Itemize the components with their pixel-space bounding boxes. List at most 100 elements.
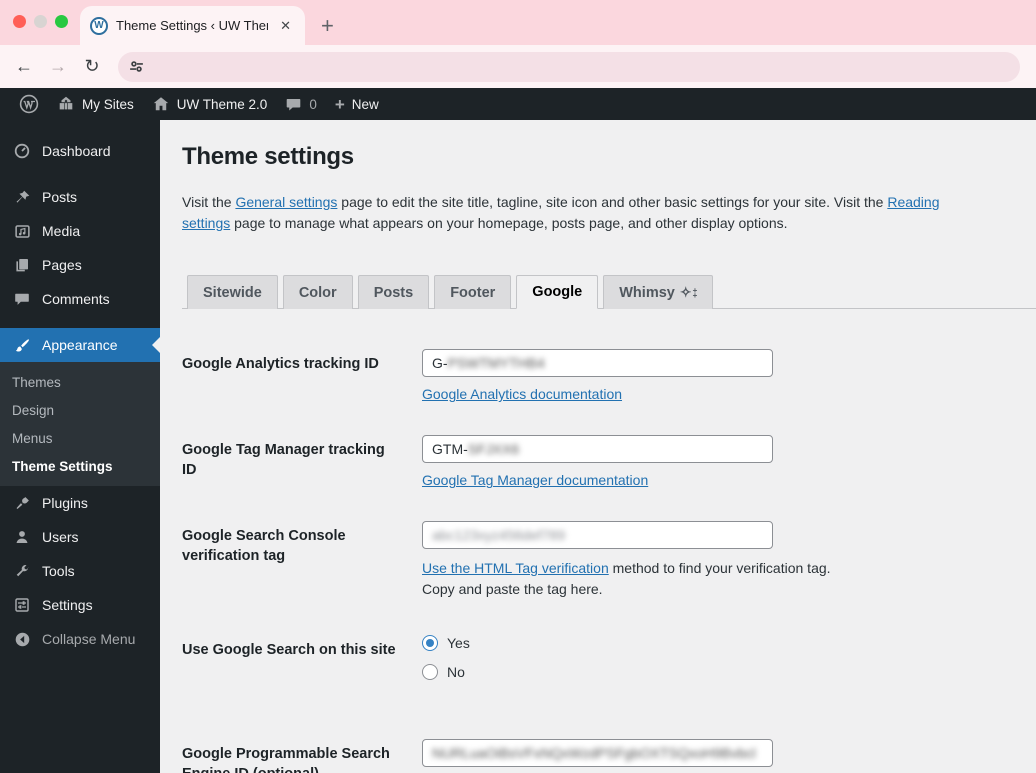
field-row-tag-manager: Google Tag Manager tracking ID GTM- SFJXX… [182,435,1036,490]
radio-option-yes[interactable]: Yes [422,635,1036,652]
minimize-window-button[interactable] [34,15,47,28]
sidebar-label: Appearance [42,337,118,353]
browser-tab-strip: W Theme Settings ‹ UW Theme ✕ + [0,0,1036,45]
my-sites-icon [57,95,75,113]
admin-sidebar: Dashboard Posts Media Pages Comments App… [0,120,160,773]
sidebar-label: Users [42,529,79,545]
field-label: Use Google Search on this site [182,642,396,659]
new-label: New [351,96,379,112]
tab-google[interactable]: Google [516,275,599,310]
html-tag-verification-link[interactable]: Use the HTML Tag verification [422,560,609,576]
reload-button[interactable]: ↻ [78,53,106,81]
new-content-menu[interactable]: + New [326,88,388,120]
my-sites-menu[interactable]: My Sites [48,88,143,120]
sidebar-item-comments[interactable]: Comments [0,282,160,316]
tab-footer[interactable]: Footer [434,275,512,310]
sidebar-label: Pages [42,257,82,273]
plug-icon [12,495,32,512]
close-tab-icon[interactable]: ✕ [276,16,295,36]
submenu-item-menus[interactable]: Menus [0,424,160,452]
site-menu[interactable]: UW Theme 2.0 [143,88,277,120]
sidebar-item-users[interactable]: Users [0,520,160,554]
settings-tab-bar: Sitewide Color Posts Footer Google Whims… [182,275,1036,310]
submenu-item-design[interactable]: Design [0,396,160,424]
sidebar-item-media[interactable]: Media [0,214,160,248]
sidebar-item-pages[interactable]: Pages [0,248,160,282]
tab-color[interactable]: Color [282,275,353,310]
tune-icon[interactable] [128,58,145,75]
wp-logo-menu[interactable] [10,88,48,120]
tab-whimsy[interactable]: Whimsy ✧ + + [603,275,714,310]
wordpress-logo-icon [19,94,39,114]
radio-button-icon[interactable] [422,664,438,681]
submenu-item-themes[interactable]: Themes [0,368,160,396]
search-console-tag-input[interactable]: abc123xyz456def789 [422,521,773,550]
sidebar-item-appearance[interactable]: Appearance [0,328,160,362]
browser-tab[interactable]: W Theme Settings ‹ UW Theme ✕ [80,6,305,45]
google-settings-form: Google Analytics tracking ID G- PSWTMYTHB… [182,349,1036,773]
wp-admin-bar: My Sites UW Theme 2.0 0 + New [0,88,1036,120]
sidebar-item-plugins[interactable]: Plugins [0,486,160,520]
submenu-item-theme-settings[interactable]: Theme Settings [0,452,160,480]
intro-paragraph: Visit the General settings page to edit … [182,194,940,231]
field-label: Google Search Console verification tag [182,528,346,565]
back-button[interactable]: ← [10,53,38,81]
sidebar-item-tools[interactable]: Tools [0,554,160,588]
field-row-search-console: Google Search Console verification tag a… [182,521,1036,600]
tab-title: Theme Settings ‹ UW Theme [116,18,269,33]
field-row-analytics: Google Analytics tracking ID G- PSWTMYTHB… [182,349,1036,404]
sidebar-label: Collapse Menu [42,631,136,647]
tag-manager-doc-link[interactable]: Google Tag Manager documentation [422,472,648,488]
radio-option-no[interactable]: No [422,664,1036,681]
sidebar-item-collapse-menu[interactable]: Collapse Menu [0,622,160,656]
sidebar-item-posts[interactable]: Posts [0,180,160,214]
analytics-doc-link[interactable]: Google Analytics documentation [422,386,622,402]
dashboard-icon [12,142,32,160]
radio-button-checked-icon[interactable] [422,635,438,652]
tab-posts[interactable]: Posts [357,275,430,310]
home-icon [152,95,170,113]
field-label: Google Programmable Search Engine ID (op… [182,746,390,773]
comments-icon [12,291,32,307]
sidebar-label: Dashboard [42,143,111,159]
pin-icon [12,189,32,206]
sidebar-label: Posts [42,189,78,205]
sparkle-icon: ✧ + + [679,284,698,301]
sliders-icon [12,597,32,613]
new-tab-button[interactable]: + [321,15,334,37]
sidebar-label: Media [42,223,81,239]
pse-id-input[interactable]: NURLuaOiBsVFxNQxWzdPSFgbOXTSQxoH9Bvbcl [422,739,773,768]
comments-menu[interactable]: 0 [276,88,326,120]
sidebar-label: Tools [42,563,75,579]
general-settings-link[interactable]: General settings [235,194,337,210]
tag-manager-id-input[interactable]: GTM- SFJXX6 [422,435,773,464]
forward-button[interactable]: → [44,53,72,81]
search-console-helper: Use the HTML Tag verification method to … [422,560,831,598]
redacted-value: PSWTMYTHB4 [447,355,545,372]
sidebar-item-settings[interactable]: Settings [0,588,160,622]
pages-icon [12,257,32,273]
comments-count: 0 [309,96,317,112]
close-window-button[interactable] [13,15,26,28]
field-label: Google Analytics tracking ID [182,356,379,373]
sidebar-label: Settings [42,597,93,613]
wordpress-favicon-icon: W [90,16,108,35]
tab-sitewide[interactable]: Sitewide [187,275,278,310]
field-row-pse: Google Programmable Search Engine ID (op… [182,739,1036,773]
fullscreen-window-button[interactable] [55,15,68,28]
my-sites-label: My Sites [82,96,134,112]
sidebar-label: Plugins [42,495,88,511]
appearance-submenu: Themes Design Menus Theme Settings [0,362,160,486]
sidebar-item-dashboard[interactable]: Dashboard [0,134,160,168]
media-icon [12,223,32,240]
field-row-use-search: Use Google Search on this site Yes No [182,635,1036,693]
main-content: Theme settings Visit the General setting… [160,120,1036,773]
address-bar[interactable] [118,51,1020,82]
wrench-icon [12,563,32,579]
browser-toolbar: ← → ↻ [0,45,1036,88]
user-icon [12,529,32,545]
analytics-id-input[interactable]: G- PSWTMYTHB4 [422,349,773,378]
brush-icon [12,337,32,354]
redacted-value: NURLuaOiBsVFxNQxWzdPSFgbOXTSQxoH9Bvbcl [432,745,756,762]
page-title: Theme settings [182,143,354,170]
